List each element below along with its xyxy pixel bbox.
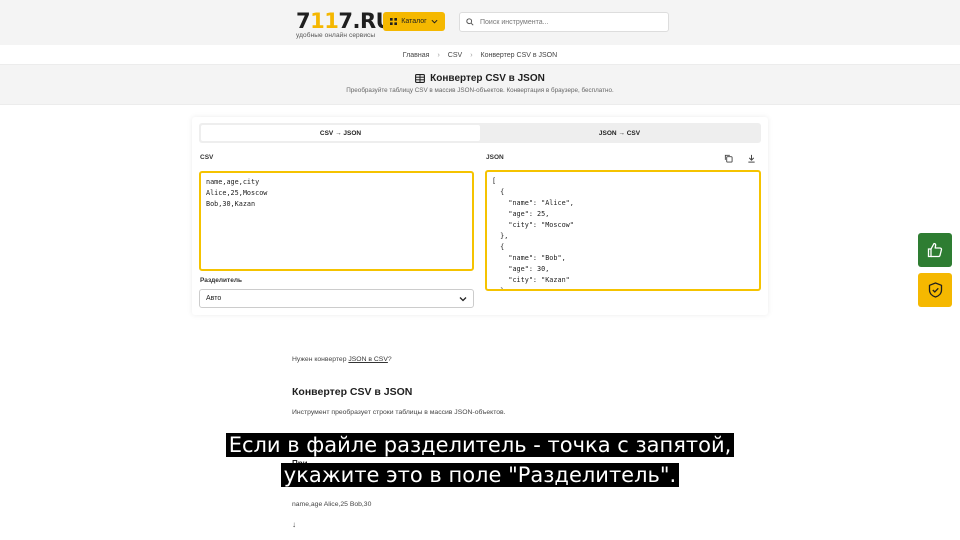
copy-icon: [724, 154, 733, 163]
thumbs-up-icon: [927, 242, 943, 258]
csv-example: name,age Alice,25 Bob,30: [292, 501, 372, 508]
catalog-button[interactable]: Каталог: [383, 12, 445, 31]
security-button[interactable]: [918, 273, 952, 307]
breadcrumb-home[interactable]: Главная: [403, 52, 430, 59]
download-button[interactable]: [745, 152, 757, 164]
page-title: Конвертер CSV в JSON: [0, 73, 960, 84]
json-output[interactable]: [ { "name": "Alice", "age": 25, "city": …: [485, 170, 761, 291]
breadcrumb-current: Конвертер CSV в JSON: [480, 52, 558, 59]
mode-tabs: CSV → JSON JSON → CSV: [199, 123, 761, 143]
title-bar: Конвертер CSV в JSON Преобразуйте таблиц…: [0, 64, 960, 105]
tab-csv-to-json[interactable]: CSV → JSON: [201, 125, 480, 141]
catalog-label: Каталог: [401, 18, 427, 25]
delimiter-value: Авто: [206, 295, 222, 302]
related-tool-text: Нужен конвертер JSON в CSV?: [292, 356, 392, 363]
video-subtitle: Если в файле разделитель - точка с запят…: [0, 430, 960, 490]
breadcrumb: Главная › CSV › Конвертер CSV в JSON: [0, 52, 960, 59]
json-to-csv-link[interactable]: JSON в CSV: [348, 356, 388, 363]
site-header: 7117.RU удобные онлайн сервисы Каталог: [0, 0, 960, 45]
article-paragraph: Инструмент преобразует строки таблицы в …: [292, 409, 506, 416]
search-icon: [466, 18, 474, 26]
grid-icon: [390, 18, 398, 25]
subtitle-line-1: Если в файле разделитель - точка с запят…: [225, 433, 735, 457]
download-icon: [747, 154, 755, 163]
logo-tagline: удобные онлайн сервисы: [296, 32, 376, 39]
article-heading: Конвертер CSV в JSON: [292, 386, 413, 398]
delimiter-select[interactable]: Авто: [199, 289, 474, 308]
csv-input[interactable]: name,age,city Alice,25,Moscow Bob,30,Kaz…: [199, 171, 474, 271]
table-icon: [415, 74, 426, 83]
search-input[interactable]: [480, 18, 660, 26]
page-subtitle: Преобразуйте таблицу CSV в массив JSON-о…: [346, 87, 614, 94]
like-button[interactable]: [918, 233, 952, 267]
breadcrumb-csv[interactable]: CSV: [448, 52, 462, 59]
chevron-right-icon: ›: [437, 52, 440, 59]
chevron-right-icon: ›: [470, 52, 473, 59]
logo-text: 7117.RU: [296, 9, 393, 33]
json-label: JSON: [486, 154, 504, 161]
chevron-down-icon: [459, 296, 467, 301]
delimiter-label: Разделитель: [200, 277, 242, 284]
page-title-text: Конвертер CSV в JSON: [430, 73, 545, 84]
subtitle-line-2: укажите это в поле "Разделитель".: [280, 463, 680, 487]
converter-card: CSV → JSON JSON → CSV CSV JSON name,age,…: [192, 117, 768, 315]
shield-check-icon: [928, 282, 942, 298]
chevron-down-icon: [431, 19, 438, 24]
site-logo[interactable]: 7117.RU удобные онлайн сервисы: [296, 9, 393, 39]
csv-label: CSV: [200, 154, 214, 161]
copy-button[interactable]: [722, 152, 734, 164]
arrow-down-icon: ↓: [292, 520, 296, 529]
search-box[interactable]: [459, 12, 669, 32]
tab-json-to-csv[interactable]: JSON → CSV: [480, 125, 759, 141]
